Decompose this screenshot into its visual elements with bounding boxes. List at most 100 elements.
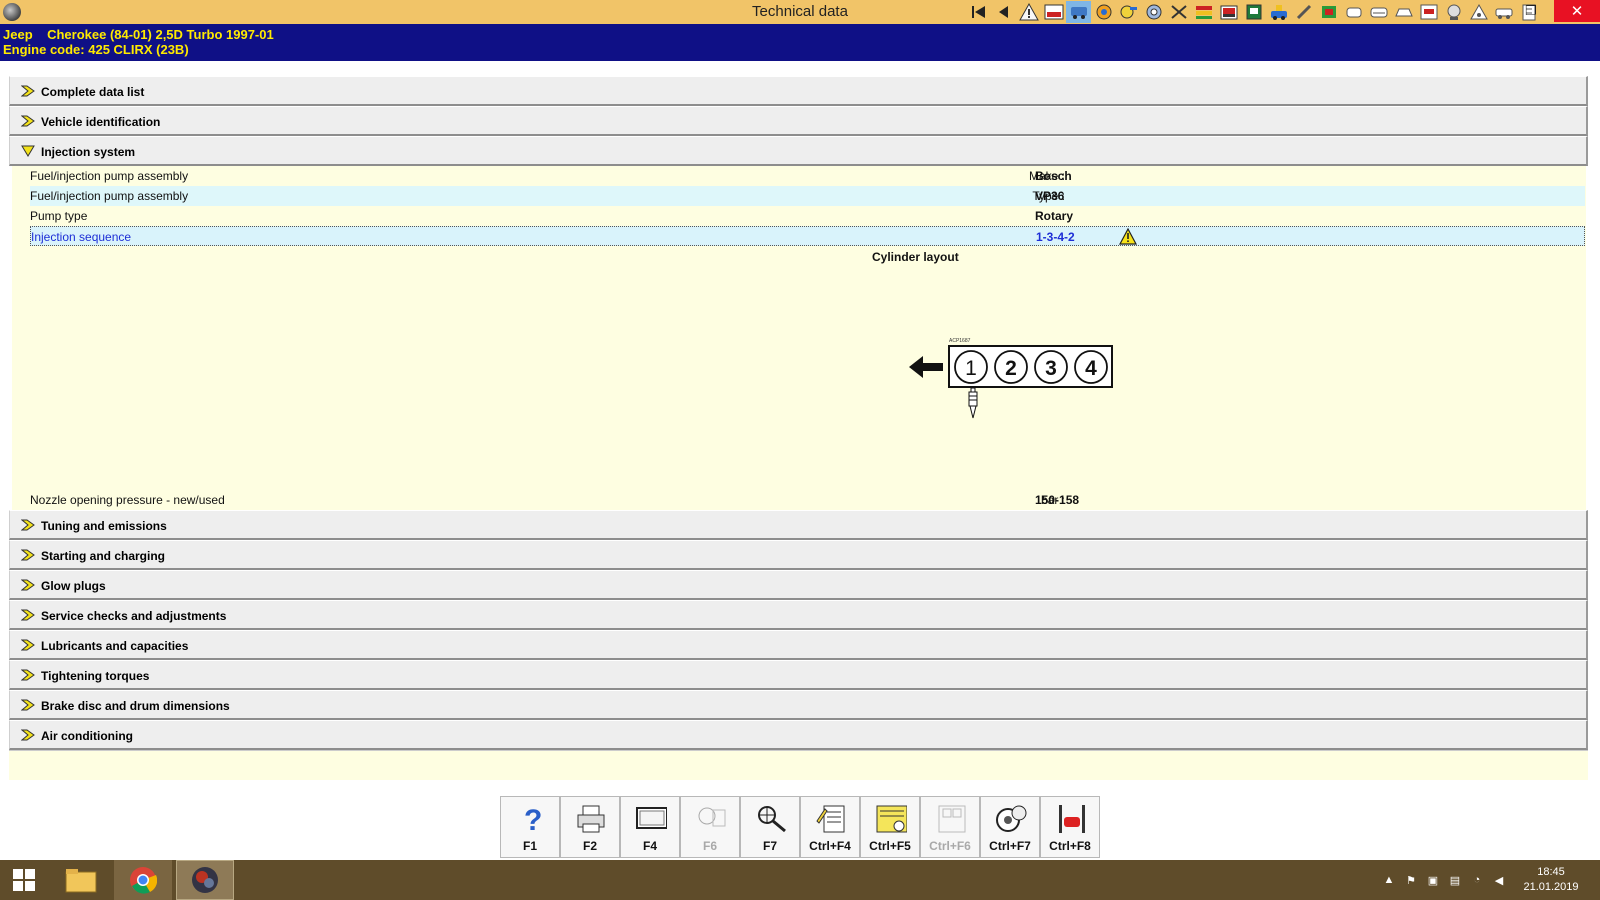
svg-text:?: ? [524,804,542,835]
network-icon[interactable]: ▣ [1422,860,1444,900]
calendar-button[interactable]: Ctrl+F6 [920,796,980,858]
data-row-nozzle-pressure[interactable]: Nozzle opening pressure - new/used bar :… [30,490,1585,510]
search-icon [755,803,787,835]
taskbar: ▲ ⚑ ▣ ▤ ◔ ◀ 18:45 21.01.2019 [0,860,1600,900]
vehicle-header: Jeep Cherokee (84-01) 2,5D Turbo 1997-01… [0,24,1600,61]
car-lift-icon[interactable] [1041,1,1066,23]
gauge-icon[interactable] [1141,1,1166,23]
calendar-icon [935,803,967,835]
row-value: VP36 [1035,189,1065,203]
section-tightening-torques[interactable]: Tightening torques [9,660,1588,690]
brake-icon[interactable] [1341,1,1366,23]
wheel-button[interactable]: Ctrl+F7 [980,796,1040,858]
monitor-icon [635,803,667,835]
language-button[interactable]: F6 [680,796,740,858]
back-icon[interactable] [991,1,1016,23]
warning-icon[interactable] [1016,1,1041,23]
tire-icon[interactable] [1366,1,1391,23]
row-value: 1-3-4-2 [1036,230,1075,244]
section-injection-system[interactable]: Injection system [9,136,1588,166]
data-row-pump-type-code[interactable]: Fuel/injection pump assembly Type : VP36 [30,186,1585,206]
chip-icon[interactable] [1316,1,1341,23]
triangle-icon[interactable] [1466,1,1491,23]
wifi-icon[interactable]: ◔ [1466,860,1488,900]
chevron-up-icon[interactable]: ▲ [1378,860,1400,900]
print-button[interactable]: F2 [560,796,620,858]
battery-icon[interactable]: ▤ [1444,860,1466,900]
section-label: Tightening torques [41,669,150,683]
search-button[interactable]: F7 [740,796,800,858]
show-desktop-button[interactable] [1592,860,1600,900]
engine-icon[interactable] [1091,1,1116,23]
clock[interactable]: 18:45 21.01.2019 [1510,865,1592,895]
fkey-label: Ctrl+F5 [869,839,911,853]
notes-button[interactable]: Ctrl+F4 [800,796,860,858]
section-starting-charging[interactable]: Starting and charging [9,540,1588,570]
fkey-label: F7 [762,839,777,853]
first-page-icon[interactable] [966,1,991,23]
print-icon [575,803,607,835]
car-diagnose-icon[interactable] [1266,1,1291,23]
chevron-right-icon [21,699,35,711]
close-button[interactable]: ✕ [1554,0,1600,22]
section-label: Air conditioning [41,729,133,743]
section-brake-dimensions[interactable]: Brake disc and drum dimensions [9,690,1588,720]
cylinder-label: 2 [1005,357,1017,380]
section-service-checks[interactable]: Service checks and adjustments [9,600,1588,630]
row-name: Nozzle opening pressure - new/used [30,493,225,507]
app-icon [192,867,218,893]
flag-icon[interactable]: ⚑ [1400,860,1422,900]
calculator-icon [875,803,907,835]
monitor-button[interactable]: F4 [620,796,680,858]
main-panel: Complete data list Vehicle identificatio… [9,76,1588,782]
chevron-right-icon [21,729,35,741]
engine-code: Engine code: 425 CLIRX (23B) [3,42,189,57]
volume-icon[interactable]: ◀ [1488,860,1510,900]
section-tuning-emissions[interactable]: Tuning and emissions [9,510,1588,540]
data-row-injection-sequence[interactable]: Injection sequence : 1-3-4-2 [30,226,1585,246]
spanner-icon[interactable] [1291,1,1316,23]
fkey-label: Ctrl+F7 [989,839,1031,853]
wrench-icon[interactable] [1116,1,1141,23]
file-explorer-button[interactable] [52,860,110,900]
data-row-pump-make[interactable]: Fuel/injection pump assembly Make : Bosc… [30,166,1585,186]
start-button[interactable] [0,860,48,900]
lift-icon[interactable] [1416,1,1441,23]
battery-icon[interactable] [1191,1,1216,23]
section-label: Injection system [41,145,136,159]
help-button[interactable]: ? F1 [500,796,560,858]
car-color-icon[interactable] [1066,1,1091,23]
app-taskbar-button[interactable] [176,860,234,900]
diagram-code: ACP1687 [949,338,971,344]
data-row-pump-type[interactable]: Pump type : Rotary [30,206,1585,226]
restore-button[interactable]: ❐ [1508,0,1554,22]
section-air-conditioning[interactable]: Air conditioning [9,720,1588,750]
service-icon[interactable] [1241,1,1266,23]
car-outline-icon[interactable] [1391,1,1416,23]
steering-icon[interactable] [1441,1,1466,23]
toolbar [966,1,1541,23]
front-arrow-icon [909,356,943,378]
section-label: Tuning and emissions [41,519,167,533]
section-glow-plugs[interactable]: Glow plugs [9,570,1588,600]
chevron-right-icon [21,579,35,591]
section-lubricants[interactable]: Lubricants and capacities [9,630,1588,660]
chrome-button[interactable] [114,860,172,900]
fkey-label: F4 [642,839,657,853]
language-icon [695,803,727,835]
app-icon[interactable] [3,3,21,21]
tools-icon[interactable] [1166,1,1191,23]
chevron-right-icon [21,669,35,681]
calculator-button[interactable]: Ctrl+F5 [860,796,920,858]
chevron-right-icon [21,639,35,651]
car-front-icon[interactable] [1216,1,1241,23]
vehicle-title: Jeep Cherokee (84-01) 2,5D Turbo 1997-01 [3,27,274,42]
warning-icon[interactable] [1119,228,1137,245]
section-label: Lubricants and capacities [41,639,189,653]
lift-button[interactable]: Ctrl+F8 [1040,796,1100,858]
section-vehicle-identification[interactable]: Vehicle identification [9,106,1588,136]
chevron-right-icon [21,549,35,561]
system-tray: ▲ ⚑ ▣ ▤ ◔ ◀ 18:45 21.01.2019 [1378,860,1600,900]
section-complete-data-list[interactable]: Complete data list [9,76,1588,106]
cylinder-layout-diagram: ACP1687 1 2 3 4 [909,338,1113,419]
